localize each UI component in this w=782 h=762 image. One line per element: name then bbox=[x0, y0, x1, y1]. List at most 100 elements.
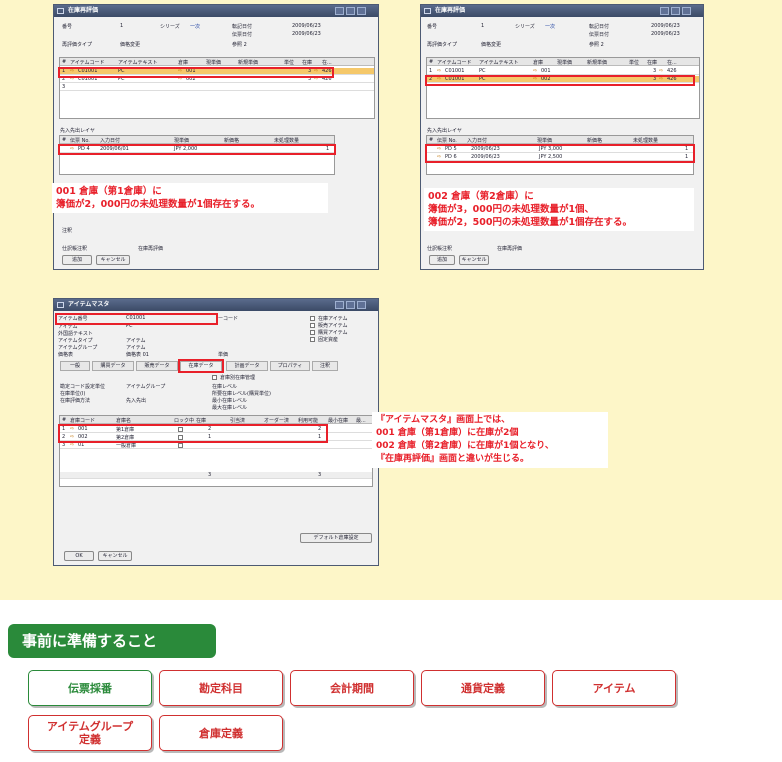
col-more: 在... bbox=[667, 60, 677, 66]
item-type-select[interactable]: アイテム bbox=[126, 337, 146, 344]
close-button[interactable] bbox=[682, 7, 691, 15]
add-button[interactable]: 追加 bbox=[429, 255, 455, 265]
fifo-grid-header: # 伝票 No. 入力日付 現単価 新価格 未処理数量 bbox=[427, 136, 693, 144]
doc-date-value[interactable]: 2009/06/23 bbox=[651, 31, 680, 37]
col-wh-code: 倉庫コード bbox=[70, 418, 96, 424]
doc-date-value[interactable]: 2009/06/23 bbox=[292, 31, 321, 37]
inventory-revaluation-window-1: 在庫再評価 番号 1 シリーズ 一次 転記日付 2009/06/23 伝票日付 … bbox=[53, 4, 379, 270]
tab-purchasing[interactable]: 購買データ bbox=[92, 361, 134, 371]
number-value[interactable]: 1 bbox=[120, 23, 123, 29]
col-new-price: 新価格 bbox=[587, 138, 603, 144]
col-num: # bbox=[62, 137, 67, 143]
reval-type-select[interactable]: 価格変更 bbox=[481, 41, 501, 48]
cancel-button[interactable]: キャンセル bbox=[96, 255, 130, 265]
window-app-icon bbox=[57, 302, 64, 308]
item-group-select[interactable]: アイテム bbox=[126, 344, 146, 351]
total-stock: 3 bbox=[208, 472, 212, 478]
window-app-icon bbox=[57, 8, 64, 14]
number-value[interactable]: 1 bbox=[481, 23, 484, 29]
required-level-label: 所要在庫レベル(購買単位) bbox=[212, 391, 271, 397]
nav-button-doc-numbering[interactable]: 伝票採番 bbox=[28, 670, 152, 706]
reval-type-label: 再評価タイプ bbox=[427, 42, 458, 48]
col-stock: 在庫 bbox=[302, 60, 313, 66]
tab-sales[interactable]: 販売データ bbox=[136, 361, 178, 371]
uom-select[interactable]: アイテムグループ bbox=[126, 383, 165, 390]
highlight-warehouse-box bbox=[58, 424, 328, 443]
locked-checkbox[interactable] bbox=[178, 443, 183, 448]
tab-general[interactable]: 一般 bbox=[60, 361, 90, 371]
journal-value[interactable]: 在庫再評価 bbox=[138, 245, 163, 252]
cancel-button[interactable]: キャンセル bbox=[98, 551, 132, 561]
manage-by-warehouse-checkbox[interactable] bbox=[212, 375, 217, 380]
purchase-item-checkbox[interactable] bbox=[310, 330, 315, 335]
col-new-price: 新規単価 bbox=[238, 60, 259, 66]
tab-properties[interactable]: プロパティ bbox=[270, 361, 310, 371]
maximize-button[interactable] bbox=[346, 301, 355, 309]
col-price: 現単価 bbox=[174, 138, 190, 144]
col-current-price: 現単価 bbox=[557, 60, 573, 66]
window-title: 在庫再評価 bbox=[435, 7, 466, 14]
col-ordered: オーダー済 bbox=[264, 418, 290, 424]
posting-date-value[interactable]: 2009/06/23 bbox=[292, 23, 321, 29]
inventory-item-checkbox[interactable] bbox=[310, 316, 315, 321]
fifo-label: 先入先出レイヤ bbox=[60, 128, 95, 134]
nav-button-warehouse[interactable]: 倉庫定義 bbox=[159, 715, 283, 751]
highlight-fifo-box bbox=[425, 144, 695, 163]
col-item-code: アイテムコード bbox=[437, 60, 472, 66]
col-price: 現単価 bbox=[537, 138, 553, 144]
maximize-button[interactable] bbox=[671, 7, 680, 15]
journal-value[interactable]: 在庫再評価 bbox=[497, 245, 522, 252]
fixed-asset-checkbox[interactable] bbox=[310, 337, 315, 342]
item-type-label: アイテムタイプ bbox=[58, 338, 93, 344]
minimize-button[interactable] bbox=[335, 7, 344, 15]
col-num: # bbox=[62, 59, 67, 65]
item-code: C01001 bbox=[445, 68, 465, 74]
note-line: 001 倉庫（第1倉庫）に在庫が2個 bbox=[376, 428, 519, 438]
nav-button-accounts[interactable]: 勘定科目 bbox=[159, 670, 283, 706]
link-arrow-icon[interactable]: ⇨ bbox=[437, 68, 441, 74]
posting-date-label: 転記日付 bbox=[232, 24, 253, 30]
close-button[interactable] bbox=[357, 301, 366, 309]
item-group-label: アイテムグループ bbox=[58, 345, 98, 351]
highlight-row-box bbox=[425, 75, 695, 86]
price-list-select[interactable]: 価格表 01 bbox=[126, 351, 149, 358]
add-button[interactable]: 追加 bbox=[62, 255, 92, 265]
series-select[interactable]: 一次 bbox=[190, 23, 200, 30]
tab-remarks[interactable]: 注釈 bbox=[312, 361, 338, 371]
link-arrow-icon[interactable]: ⇨ bbox=[533, 68, 537, 74]
close-button[interactable] bbox=[357, 7, 366, 15]
series-select[interactable]: 一次 bbox=[545, 23, 555, 30]
sales-item-checkbox[interactable] bbox=[310, 323, 315, 328]
col-more: 最... bbox=[356, 418, 366, 424]
nav-button-fiscal-period[interactable]: 会計期間 bbox=[290, 670, 414, 706]
fifo-label: 先入先出レイヤ bbox=[427, 128, 462, 134]
unit-price-label: 単価 bbox=[218, 352, 229, 358]
doc-date-label: 伝票日付 bbox=[589, 32, 610, 38]
valuation-method-value[interactable]: 先入先出 bbox=[126, 397, 146, 404]
nav-button-currency[interactable]: 通貨定義 bbox=[421, 670, 545, 706]
table-row[interactable]: 3 ⇨ 01 一般倉庫 bbox=[60, 442, 372, 449]
minimize-button[interactable] bbox=[660, 7, 669, 15]
maximize-button[interactable] bbox=[346, 7, 355, 15]
tab-planning[interactable]: 計画データ bbox=[226, 361, 268, 371]
cancel-button[interactable]: キャンセル bbox=[459, 255, 489, 265]
series-label: シリーズ bbox=[515, 24, 535, 30]
link-arrow-icon[interactable]: ⇨ bbox=[659, 68, 663, 74]
col-date: 入力日付 bbox=[467, 138, 488, 144]
nav-button-item[interactable]: アイテム bbox=[552, 670, 676, 706]
warehouse: 001 bbox=[541, 68, 551, 74]
nav-button-item-group[interactable]: アイテムグループ 定義 bbox=[28, 715, 152, 751]
total-available: 3 bbox=[318, 472, 322, 478]
posting-date-value[interactable]: 2009/06/23 bbox=[651, 23, 680, 29]
default-warehouse-button[interactable]: デフォルト倉庫設定 bbox=[300, 533, 372, 543]
ok-button[interactable]: OK bbox=[64, 551, 94, 561]
minimize-button[interactable] bbox=[335, 301, 344, 309]
table-row[interactable]: 1 ⇨ C01001 PC ⇨ 001 3 ⇨ 426 bbox=[427, 68, 699, 75]
table-row[interactable]: 3 bbox=[60, 84, 374, 91]
inventory-level-label: 在庫レベル bbox=[212, 384, 238, 390]
col-warehouse: 倉庫 bbox=[178, 60, 189, 66]
note-line: 001 倉庫（第1倉庫）に bbox=[56, 186, 162, 197]
window-app-icon bbox=[424, 8, 431, 14]
reval-type-select[interactable]: 価格変更 bbox=[120, 41, 140, 48]
section-title: 事前に準備すること bbox=[8, 624, 216, 658]
